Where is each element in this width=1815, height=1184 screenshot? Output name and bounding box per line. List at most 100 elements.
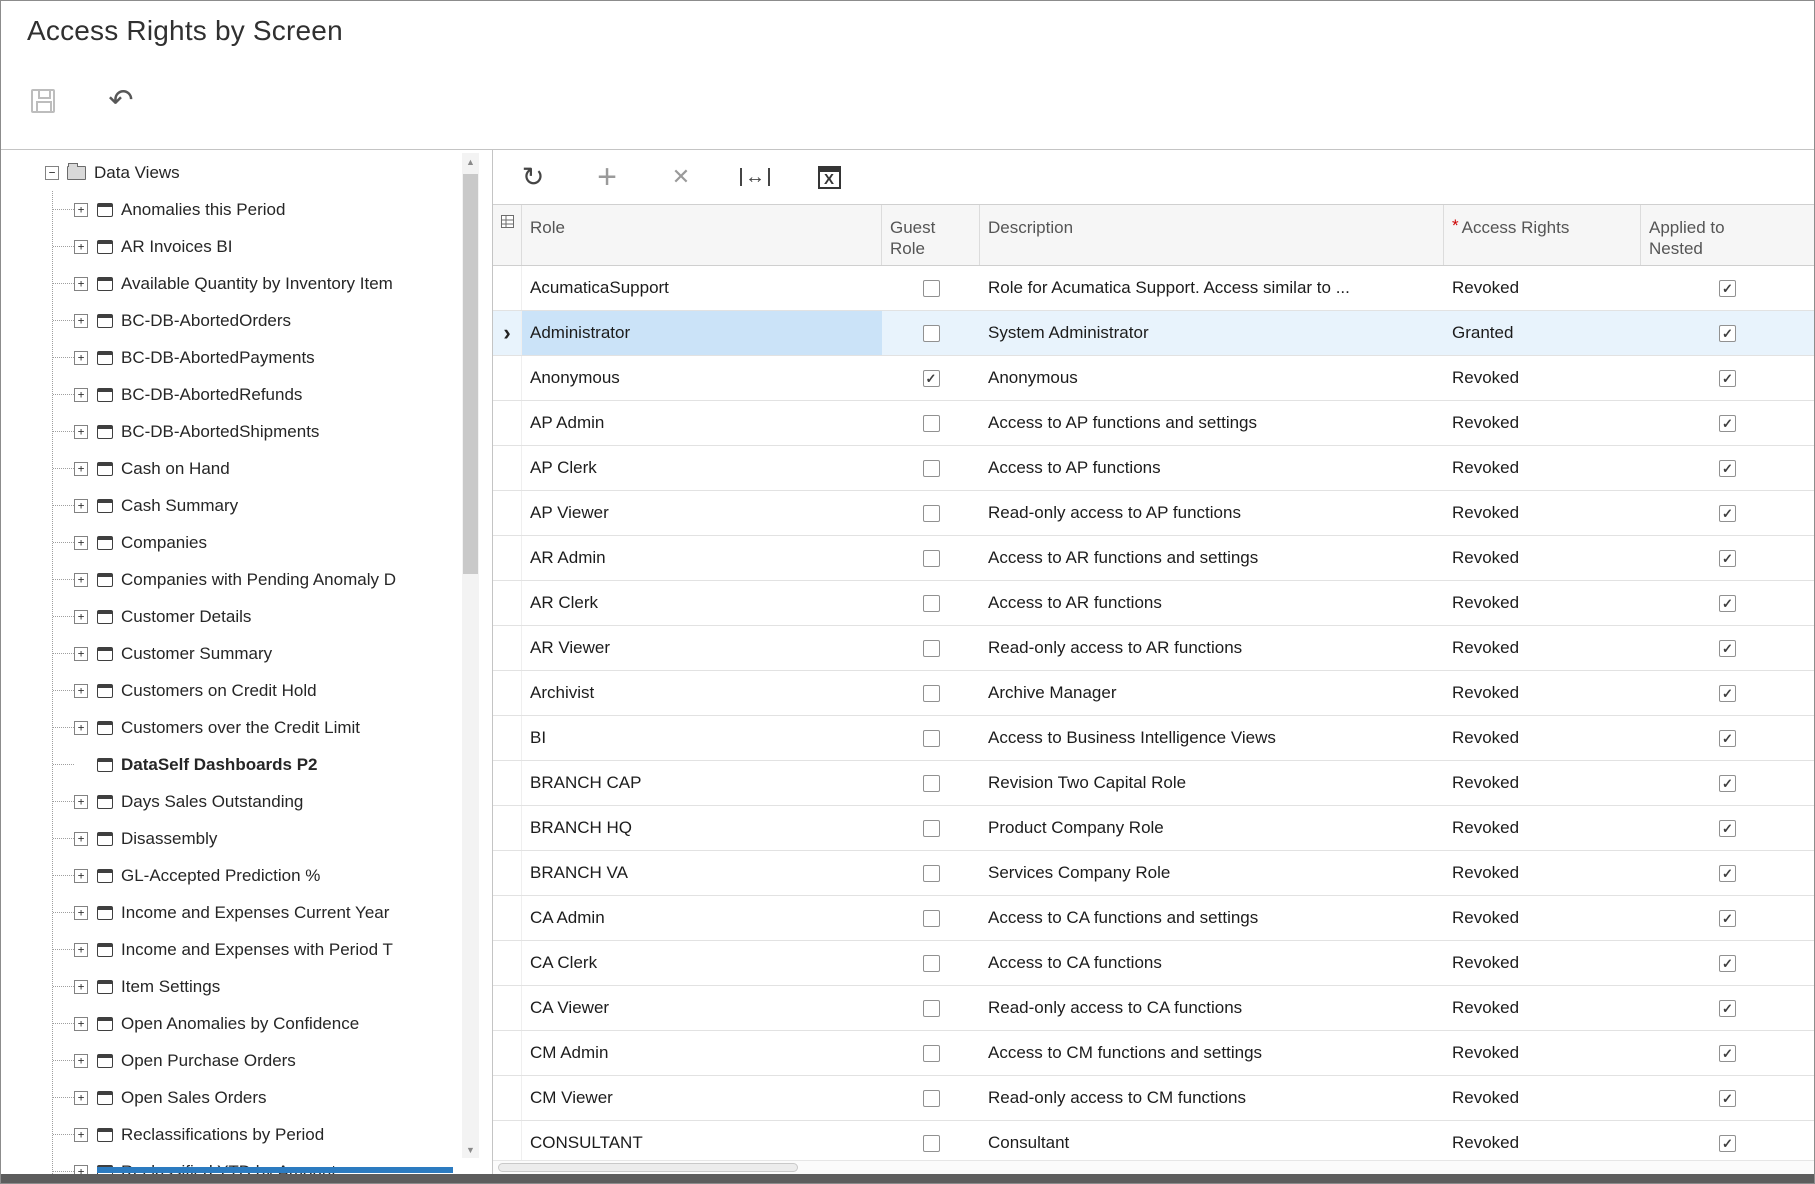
tree-item[interactable]: + Cash Summary: [53, 487, 492, 524]
tree-item[interactable]: DataSelf Dashboards P2: [53, 746, 492, 783]
row-selector-cell[interactable]: [493, 941, 522, 985]
access-rights-cell[interactable]: Revoked: [1444, 266, 1641, 310]
tree-item[interactable]: + Anomalies this Period: [53, 191, 492, 228]
tree-item[interactable]: + Open Sales Orders: [53, 1079, 492, 1116]
description-cell[interactable]: Product Company Role: [980, 806, 1444, 850]
table-row[interactable]: AR Admin Access to AR functions and sett…: [493, 536, 1814, 581]
table-row[interactable]: BI Access to Business Intelligence Views…: [493, 716, 1814, 761]
applied-to-nested-checkbox[interactable]: ✓: [1719, 370, 1736, 387]
row-settings-header[interactable]: [493, 205, 522, 265]
guest-role-cell[interactable]: [882, 626, 980, 670]
expand-icon[interactable]: +: [74, 425, 88, 439]
tree-item[interactable]: + BC-DB-AbortedOrders: [53, 302, 492, 339]
applied-to-nested-cell[interactable]: ✓: [1641, 1031, 1814, 1075]
column-header-access-rights[interactable]: *Access Rights: [1444, 205, 1641, 265]
description-cell[interactable]: Read-only access to CM functions: [980, 1076, 1444, 1120]
expand-icon[interactable]: +: [74, 980, 88, 994]
row-selector-cell[interactable]: [493, 266, 522, 310]
table-row[interactable]: AP Clerk Access to AP functions Revoked …: [493, 446, 1814, 491]
guest-role-cell[interactable]: [882, 851, 980, 895]
access-rights-cell[interactable]: Revoked: [1444, 896, 1641, 940]
applied-to-nested-checkbox[interactable]: ✓: [1719, 820, 1736, 837]
access-rights-cell[interactable]: Revoked: [1444, 986, 1641, 1030]
guest-role-checkbox[interactable]: [923, 1135, 940, 1152]
applied-to-nested-cell[interactable]: ✓: [1641, 401, 1814, 445]
access-rights-cell[interactable]: Revoked: [1444, 536, 1641, 580]
table-row[interactable]: BRANCH CAP Revision Two Capital Role Rev…: [493, 761, 1814, 806]
tree-item[interactable]: + Disassembly: [53, 820, 492, 857]
tree-root-data-views[interactable]: − Data Views: [1, 154, 492, 191]
row-selector-cell[interactable]: [493, 491, 522, 535]
expand-icon[interactable]: +: [74, 943, 88, 957]
expand-icon[interactable]: +: [74, 906, 88, 920]
applied-to-nested-cell[interactable]: ✓: [1641, 806, 1814, 850]
guest-role-cell[interactable]: [882, 401, 980, 445]
description-cell[interactable]: Services Company Role: [980, 851, 1444, 895]
export-to-excel-button[interactable]: X: [811, 159, 847, 195]
access-rights-cell[interactable]: Revoked: [1444, 446, 1641, 490]
guest-role-checkbox[interactable]: [923, 595, 940, 612]
guest-role-checkbox[interactable]: [923, 910, 940, 927]
grid-horizontal-scrollbar-thumb[interactable]: [498, 1163, 798, 1172]
description-cell[interactable]: Revision Two Capital Role: [980, 761, 1444, 805]
applied-to-nested-cell[interactable]: ✓: [1641, 851, 1814, 895]
expand-icon[interactable]: +: [74, 277, 88, 291]
expand-icon[interactable]: +: [74, 610, 88, 624]
row-selector-cell[interactable]: [493, 716, 522, 760]
access-rights-cell[interactable]: Revoked: [1444, 581, 1641, 625]
role-cell[interactable]: CA Clerk: [522, 941, 882, 985]
table-row[interactable]: AP Viewer Read-only access to AP functio…: [493, 491, 1814, 536]
applied-to-nested-checkbox[interactable]: ✓: [1719, 460, 1736, 477]
tree-item[interactable]: + Companies: [53, 524, 492, 561]
guest-role-cell[interactable]: [882, 716, 980, 760]
table-row[interactable]: AR Viewer Read-only access to AR functio…: [493, 626, 1814, 671]
role-cell[interactable]: AR Viewer: [522, 626, 882, 670]
collapse-icon[interactable]: −: [45, 166, 59, 180]
applied-to-nested-cell[interactable]: ✓: [1641, 356, 1814, 400]
expand-icon[interactable]: +: [74, 388, 88, 402]
guest-role-cell[interactable]: [882, 986, 980, 1030]
table-row[interactable]: AP Admin Access to AP functions and sett…: [493, 401, 1814, 446]
applied-to-nested-checkbox[interactable]: ✓: [1719, 325, 1736, 342]
access-rights-cell[interactable]: Revoked: [1444, 761, 1641, 805]
guest-role-checkbox[interactable]: [923, 820, 940, 837]
role-cell[interactable]: AcumaticaSupport: [522, 266, 882, 310]
column-header-applied-to-nested[interactable]: Applied to Nested: [1641, 205, 1814, 265]
table-row[interactable]: Archivist Archive Manager Revoked ✓: [493, 671, 1814, 716]
table-row[interactable]: AcumaticaSupport Role for Acumatica Supp…: [493, 266, 1814, 311]
row-selector-cell[interactable]: [493, 761, 522, 805]
applied-to-nested-cell[interactable]: ✓: [1641, 1076, 1814, 1120]
guest-role-checkbox[interactable]: ✓: [923, 370, 940, 387]
expand-icon[interactable]: +: [74, 721, 88, 735]
tree-item[interactable]: + Open Anomalies by Confidence: [53, 1005, 492, 1042]
description-cell[interactable]: Access to AR functions and settings: [980, 536, 1444, 580]
guest-role-cell[interactable]: [882, 266, 980, 310]
guest-role-cell[interactable]: [882, 1031, 980, 1075]
guest-role-checkbox[interactable]: [923, 550, 940, 567]
tree-item[interactable]: + Companies with Pending Anomaly D: [53, 561, 492, 598]
description-cell[interactable]: Access to CA functions and settings: [980, 896, 1444, 940]
applied-to-nested-checkbox[interactable]: ✓: [1719, 1045, 1736, 1062]
row-selector-cell[interactable]: [493, 851, 522, 895]
expand-icon[interactable]: +: [74, 869, 88, 883]
applied-to-nested-checkbox[interactable]: ✓: [1719, 685, 1736, 702]
access-rights-cell[interactable]: Revoked: [1444, 851, 1641, 895]
applied-to-nested-checkbox[interactable]: ✓: [1719, 775, 1736, 792]
access-rights-cell[interactable]: Revoked: [1444, 806, 1641, 850]
role-cell[interactable]: CA Viewer: [522, 986, 882, 1030]
table-row[interactable]: AR Clerk Access to AR functions Revoked …: [493, 581, 1814, 626]
applied-to-nested-checkbox[interactable]: ✓: [1719, 955, 1736, 972]
applied-to-nested-cell[interactable]: ✓: [1641, 311, 1814, 355]
role-cell[interactable]: AP Admin: [522, 401, 882, 445]
tree-item[interactable]: + Customers on Credit Hold: [53, 672, 492, 709]
row-selector-cell[interactable]: ›: [493, 311, 522, 355]
tree-item[interactable]: + AR Invoices BI: [53, 228, 492, 265]
description-cell[interactable]: Access to AP functions: [980, 446, 1444, 490]
guest-role-checkbox[interactable]: [923, 505, 940, 522]
description-cell[interactable]: Access to AR functions: [980, 581, 1444, 625]
applied-to-nested-cell[interactable]: ✓: [1641, 671, 1814, 715]
guest-role-cell[interactable]: [882, 581, 980, 625]
row-selector-cell[interactable]: [493, 986, 522, 1030]
access-rights-cell[interactable]: Granted: [1444, 311, 1641, 355]
guest-role-cell[interactable]: [882, 446, 980, 490]
